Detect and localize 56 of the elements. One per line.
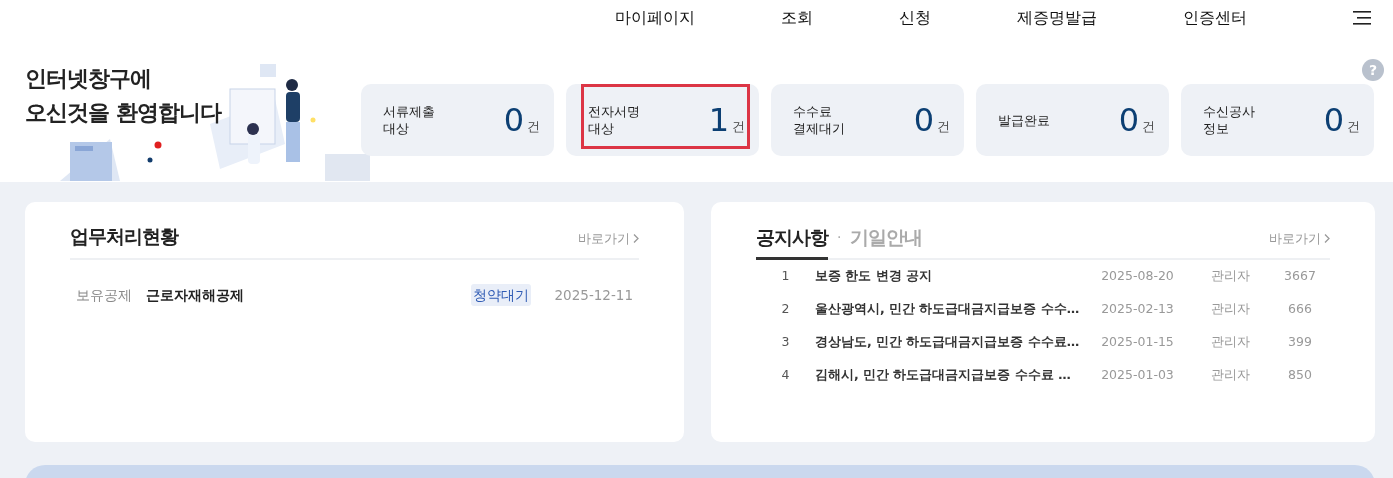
author-text: 관리자 xyxy=(1209,366,1251,385)
date-text: 2025-02-13 xyxy=(1100,300,1175,319)
stat-unit: 건 xyxy=(732,117,745,136)
welcome-heading: 인터넷창구에 오신것을 환영합니다 xyxy=(25,65,221,127)
stat-count: 0 xyxy=(1323,103,1344,136)
author-text: 관리자 xyxy=(1209,333,1251,352)
view-count: 3667 xyxy=(1283,267,1317,286)
date-text: 2025-01-15 xyxy=(1100,333,1175,352)
nav-link[interactable]: 마이페이지 xyxy=(615,6,695,30)
view-count: 666 xyxy=(1287,300,1313,319)
stat-count: 0 xyxy=(1118,103,1139,136)
author-text: 관리자 xyxy=(1209,300,1251,319)
nav-link[interactable]: 조회 xyxy=(781,6,813,30)
notice-title-link[interactable]: 경상남도, 민간 하도급대금지급보증 수수료… xyxy=(815,333,1085,352)
stat-unit: 건 xyxy=(1347,117,1360,136)
chevron-right-icon xyxy=(1324,233,1330,243)
stat-count: 0 xyxy=(503,103,524,136)
stat-count: 1 xyxy=(708,103,729,136)
date-text: 2025-01-03 xyxy=(1100,366,1175,385)
notice-title-link[interactable]: 김해시, 민간 하도급대금지급보증 수수료 … xyxy=(815,366,1085,385)
stat-label: 전자서명 대상 xyxy=(588,103,640,137)
row-number: 2 xyxy=(780,300,791,319)
menu-icon[interactable] xyxy=(1353,11,1371,25)
stat-count: 0 xyxy=(913,103,934,136)
tab-separator: · xyxy=(837,228,842,247)
stat-card[interactable]: 전자서명 대상 1 건 xyxy=(566,84,759,156)
row-number: 1 xyxy=(780,267,791,286)
row-number: 4 xyxy=(780,366,791,385)
view-count: 850 xyxy=(1287,366,1313,385)
stat-label: 수신공사 정보 xyxy=(1203,103,1255,137)
stat-card[interactable]: 수수료 결제대기 0 건 xyxy=(771,84,964,156)
author-text: 관리자 xyxy=(1209,267,1251,286)
date-text: 2025-12-11 xyxy=(554,286,633,305)
item-name: 근로자재해공제 xyxy=(146,286,245,305)
nav-link[interactable]: 제증명발급 xyxy=(1017,6,1097,30)
stat-label: 서류제출 대상 xyxy=(383,103,435,137)
notice-title-link[interactable]: 보증 한도 변경 공지 xyxy=(815,267,1085,286)
nav-link[interactable]: 인증센터 xyxy=(1183,6,1247,30)
status-tag: 청약대기 xyxy=(470,284,531,307)
panel-tab[interactable]: 공지사항 xyxy=(756,222,828,260)
stat-card[interactable]: 발급완료 0 건 xyxy=(976,84,1169,156)
notice-title-link[interactable]: 울산광역시, 민간 하도급대금지급보증 수수… xyxy=(815,300,1085,319)
category-text: 보유공제 xyxy=(76,286,133,305)
stat-label: 수수료 결제대기 xyxy=(793,103,845,137)
stat-card[interactable]: 서류제출 대상 0 건 xyxy=(361,84,554,156)
stat-unit: 건 xyxy=(527,117,540,136)
view-count: 399 xyxy=(1287,333,1313,352)
stat-unit: 건 xyxy=(937,117,950,136)
row-number: 3 xyxy=(780,333,791,352)
chevron-right-icon xyxy=(633,233,639,243)
nav-link[interactable]: 신청 xyxy=(899,6,931,30)
stat-unit: 건 xyxy=(1142,117,1155,136)
panel-title: 업무처리현황 xyxy=(70,223,178,249)
stat-card[interactable]: 수신공사 정보 0 건 xyxy=(1181,84,1374,156)
date-text: 2025-08-20 xyxy=(1100,267,1175,286)
stat-label: 발급완료 xyxy=(998,111,1050,129)
